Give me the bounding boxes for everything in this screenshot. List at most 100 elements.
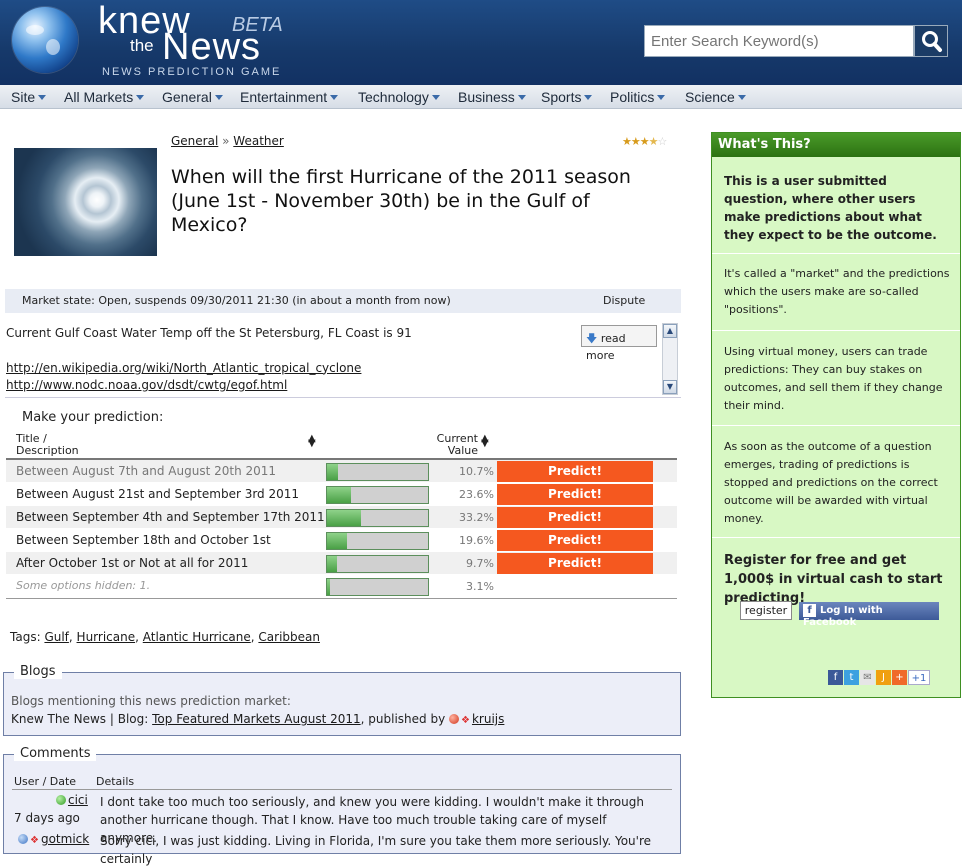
email-share-icon[interactable]: ✉ <box>860 670 875 685</box>
prediction-row: Between September 18th and October 1st 19… <box>6 529 677 552</box>
probability-fill <box>327 487 351 503</box>
nav-site[interactable]: Site <box>11 89 47 105</box>
register-button[interactable]: register <box>740 601 792 620</box>
star-icon[interactable]: ★ <box>640 135 650 148</box>
comments-divider <box>12 789 672 790</box>
blog-post-link[interactable]: Top Featured Markets August 2011 <box>152 712 361 726</box>
sort-icon[interactable]: ▲ ▼ <box>481 433 489 455</box>
search-input[interactable] <box>644 25 914 57</box>
comments-details-header: Details <box>96 775 135 788</box>
arrow-down-icon: 🡇 <box>586 332 598 345</box>
nav-general[interactable]: General <box>162 89 223 105</box>
noaa-link[interactable]: http://www.nodc.noaa.gov/dsdt/cwtg/egof.… <box>6 377 566 395</box>
nav-label: Technology <box>358 89 429 105</box>
column-value-header[interactable]: Current Value <box>428 433 478 457</box>
market-state: Market state: Open, suspends 09/30/2011 … <box>22 294 451 307</box>
nav-label: Sports <box>541 89 582 105</box>
user-status-icon <box>56 795 66 805</box>
caret-down-icon <box>431 95 440 100</box>
tags: Tags: Gulf, Hurricane, Atlantic Hurrican… <box>10 630 320 644</box>
prediction-label: Between August 7th and August 20th 2011 <box>16 464 277 478</box>
dispute-link[interactable]: Dispute <box>603 294 645 307</box>
sidebar-divider <box>712 330 960 331</box>
user-status-icon <box>449 714 459 724</box>
blog-source: Knew The News | Blog: <box>11 712 149 726</box>
blog-author-link[interactable]: kruijs <box>472 712 504 726</box>
blogs-legend: Blogs <box>14 664 62 679</box>
breadcrumb: General » Weather <box>171 134 284 148</box>
site-header: knew BETA the News NEWS PREDICTION GAME <box>0 0 962 85</box>
probability-fill <box>327 533 347 549</box>
tag-atlantic-hurricane[interactable]: Atlantic Hurricane <box>143 630 251 644</box>
sort-icon[interactable]: ▲ ▼ <box>308 433 316 455</box>
read-more-button[interactable]: 🡇 read more <box>581 325 657 362</box>
bookmark-share-icon[interactable]: J <box>876 670 891 685</box>
probability-bar <box>326 463 429 481</box>
nav-technology[interactable]: Technology <box>358 89 440 105</box>
predict-button[interactable]: Predict! <box>497 553 653 574</box>
wikipedia-link[interactable]: http://en.wikipedia.org/wiki/North_Atlan… <box>6 360 566 378</box>
prediction-heading: Make your prediction: <box>22 410 164 425</box>
predict-button[interactable]: Predict! <box>497 484 653 505</box>
caret-down-icon <box>737 95 746 100</box>
nav-sports[interactable]: Sports <box>541 89 593 105</box>
blog-published-by: , published by <box>360 712 446 726</box>
whats-this-sidebar: What's This? This is a user submitted qu… <box>711 132 961 698</box>
facebook-login-button[interactable]: f Log In with Facebook <box>799 602 939 628</box>
nav-label: Site <box>11 89 36 105</box>
hidden-options-label[interactable]: Some options hidden: 1. <box>16 579 150 592</box>
nav-label: All Markets <box>64 89 134 105</box>
nav-entertainment[interactable]: Entertainment <box>240 89 339 105</box>
description-scrollbar[interactable]: ▲ ▼ <box>662 323 678 395</box>
star-icon[interactable]: ☆ <box>658 135 668 148</box>
addthis-share-icon[interactable]: + <box>892 670 907 685</box>
prediction-label: Between August 21st and September 3rd 20… <box>16 487 300 501</box>
predict-button[interactable]: Predict! <box>497 461 653 482</box>
plus-one-button[interactable]: +1 <box>908 670 930 685</box>
globe-logo-icon[interactable] <box>12 7 78 73</box>
tag-caribbean[interactable]: Caribbean <box>258 630 320 644</box>
scroll-down-icon[interactable]: ▼ <box>663 380 677 394</box>
comment-user-link[interactable]: cici <box>68 793 88 807</box>
logo-news[interactable]: News <box>162 26 261 69</box>
market-state-bar: Market state: Open, suspends 09/30/2011 … <box>5 289 681 313</box>
tag-hurricane[interactable]: Hurricane <box>77 630 136 644</box>
star-icon[interactable]: ★ <box>622 135 632 148</box>
prediction-label: Between September 4th and September 17th… <box>16 510 325 524</box>
predict-button[interactable]: Predict! <box>497 530 653 551</box>
star-icon[interactable]: ★ <box>649 135 659 148</box>
prediction-label: Between September 18th and October 1st <box>16 533 271 547</box>
column-title-header[interactable]: Title / Description <box>16 433 79 457</box>
probability-bar <box>326 532 429 550</box>
column-title-line2: Description <box>16 444 79 457</box>
twitter-share-icon[interactable]: t <box>844 670 859 685</box>
prediction-value: 19.6% <box>459 534 494 547</box>
sidebar-divider <box>712 425 960 426</box>
prediction-row: Between September 4th and September 17th… <box>6 506 677 529</box>
sidebar-divider <box>712 253 960 254</box>
probability-fill <box>327 579 331 595</box>
blogs-panel: Blogs Blogs mentioning this news predict… <box>3 664 681 736</box>
bow-icon: ❖ <box>461 715 470 726</box>
nav-all-markets[interactable]: All Markets <box>64 89 145 105</box>
facebook-share-icon[interactable]: f <box>828 670 843 685</box>
probability-bar <box>326 578 429 596</box>
probability-fill <box>327 556 337 572</box>
nav-science[interactable]: Science <box>685 89 746 105</box>
prediction-value: 23.6% <box>459 488 494 501</box>
facebook-icon: f <box>803 604 816 617</box>
breadcrumb-weather[interactable]: Weather <box>233 134 284 148</box>
breadcrumb-general[interactable]: General <box>171 134 218 148</box>
predict-button[interactable]: Predict! <box>497 507 653 528</box>
search-button[interactable] <box>914 25 948 57</box>
star-icon[interactable]: ★ <box>631 135 641 148</box>
comment-text: Sorry cici, I was just kidding. Living i… <box>100 834 652 866</box>
star-rating[interactable]: ★★★★☆ <box>622 135 668 148</box>
tag-gulf[interactable]: Gulf <box>44 630 68 644</box>
probability-bar <box>326 555 429 573</box>
comments-panel: Comments User / Date Details cici 7 days… <box>3 746 681 866</box>
nav-business[interactable]: Business <box>458 89 526 105</box>
scroll-up-icon[interactable]: ▲ <box>663 324 677 338</box>
nav-politics[interactable]: Politics <box>610 89 666 105</box>
logo-the[interactable]: the <box>130 36 154 56</box>
